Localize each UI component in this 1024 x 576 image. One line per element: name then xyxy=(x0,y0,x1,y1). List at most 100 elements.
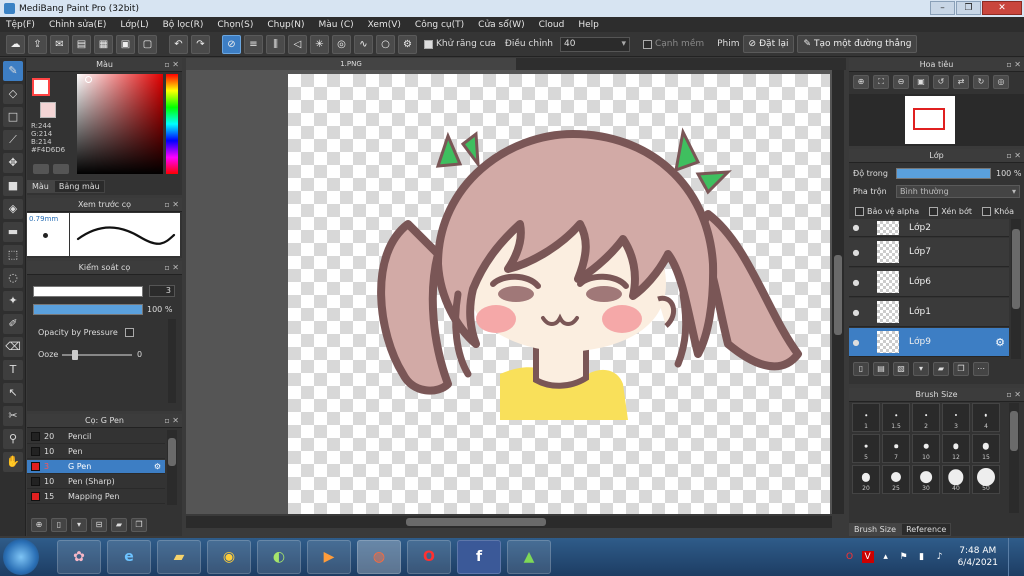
menu-snap[interactable]: Chụp(N) xyxy=(267,20,304,30)
protect-alpha-option[interactable]: Bảo vệ alpha xyxy=(855,207,919,216)
select-tool-icon[interactable]: ⬚ xyxy=(3,245,23,265)
new-brush-icon[interactable]: ▯ xyxy=(51,518,67,532)
menu-window[interactable]: Cửa sổ(W) xyxy=(478,20,524,30)
start-button[interactable] xyxy=(3,539,39,575)
volume-icon[interactable]: ♪ xyxy=(934,551,946,563)
tab-palette[interactable]: Bảng màu xyxy=(53,180,105,193)
opacity-pressure-checkbox[interactable] xyxy=(125,328,134,337)
brush-size-option[interactable]: 20 xyxy=(852,465,880,494)
brush-list-item-selected[interactable]: 3 G Pen ⚙ xyxy=(27,460,165,474)
brush-size-option[interactable]: 30 xyxy=(912,465,940,494)
brush-size-slider[interactable] xyxy=(33,286,143,297)
layer-row[interactable]: ● Lớp1 xyxy=(849,298,1009,327)
show-desktop-button[interactable] xyxy=(1008,538,1018,576)
saturation-value-picker[interactable] xyxy=(77,74,163,174)
brush-list-scroll-thumb[interactable] xyxy=(168,438,176,466)
shape-tool-icon[interactable]: ■ xyxy=(3,176,23,196)
select-pen-tool-icon[interactable]: ✐ xyxy=(3,314,23,334)
brush-opacity-slider[interactable] xyxy=(33,304,143,315)
menu-tools[interactable]: Công cụ(T) xyxy=(415,20,464,30)
brush-size-option[interactable]: 3 xyxy=(942,403,970,432)
comment-icon[interactable]: ✉ xyxy=(50,34,69,54)
duplicate-brush-icon[interactable]: ❐ xyxy=(131,518,147,532)
antialias-toggle[interactable]: Khử răng cưa xyxy=(424,39,496,49)
brush-settings-gear-icon[interactable]: ⚙ xyxy=(154,462,161,471)
move-tool-icon[interactable]: ✥ xyxy=(3,153,23,173)
operation-tool-icon[interactable]: ↖ xyxy=(3,383,23,403)
reset-button[interactable]: ⊘ Đặt lại xyxy=(742,35,795,53)
palette-icon[interactable] xyxy=(53,164,69,174)
picker-cursor[interactable] xyxy=(85,76,92,83)
brush-list-scrollbar[interactable] xyxy=(167,430,177,505)
clock[interactable]: 7:48 AM 6/4/2021 xyxy=(958,545,998,569)
canvas-area[interactable] xyxy=(186,70,832,514)
rotate-left-icon[interactable]: ↺ xyxy=(933,75,949,89)
layer-row[interactable]: ● Lớp6 xyxy=(849,268,1009,297)
undo-icon[interactable]: ↶ xyxy=(169,34,188,54)
cloud-icon[interactable]: ☁ xyxy=(6,34,25,54)
panel-close-icon[interactable]: ▫ ✕ xyxy=(164,414,179,428)
brush-list-item[interactable]: 20 Pencil xyxy=(27,430,165,444)
share-icon[interactable]: ⇪ xyxy=(28,34,47,54)
brush-size-option[interactable]: 15 xyxy=(972,434,1000,463)
layer-list-scrollbar[interactable] xyxy=(1011,219,1021,359)
parallel-snap-icon[interactable]: ≡ xyxy=(244,34,263,54)
brush-control-scrollbar[interactable] xyxy=(168,319,176,403)
menu-color[interactable]: Màu (C) xyxy=(319,20,354,30)
hue-slider[interactable] xyxy=(166,74,178,174)
file-explorer-icon[interactable]: ▰ xyxy=(157,540,201,574)
reset-view-icon[interactable]: ◎ xyxy=(993,75,1009,89)
grid-snap-icon[interactable]: ⫼ xyxy=(266,34,285,54)
bucket-tool-icon[interactable]: ◈ xyxy=(3,199,23,219)
game-icon[interactable]: ▲ xyxy=(507,540,551,574)
menu-layer[interactable]: Lớp(L) xyxy=(120,20,148,30)
brush-size-value[interactable]: 3 xyxy=(149,285,175,297)
radial-snap-icon[interactable]: ✳ xyxy=(310,34,329,54)
lock-checkbox[interactable] xyxy=(981,207,991,216)
menu-filter[interactable]: Bộ lọc(R) xyxy=(163,20,204,30)
document-icon[interactable]: ▦ xyxy=(94,34,113,54)
tab-reference[interactable]: Reference xyxy=(901,523,952,536)
fit-icon[interactable]: ⛶ xyxy=(873,75,889,89)
new-halftone-layer-icon[interactable]: ▤ xyxy=(873,362,889,376)
antivirus-tray-icon[interactable]: V xyxy=(861,551,874,563)
magic-wand-tool-icon[interactable]: ✦ xyxy=(3,291,23,311)
snap-off-icon[interactable]: ⊘ xyxy=(222,34,241,54)
foreground-color-swatch[interactable] xyxy=(32,78,50,96)
chrome-icon[interactable]: ◉ xyxy=(207,540,251,574)
panel-close-icon[interactable]: ▫ ✕ xyxy=(164,198,179,212)
actual-size-icon[interactable]: ▣ xyxy=(913,75,929,89)
create-line-button[interactable]: ✎ Tạo một đường thẳng xyxy=(797,35,918,53)
clipping-checkbox[interactable] xyxy=(929,207,939,216)
brush-size-option[interactable]: 1.5 xyxy=(882,403,910,432)
eye-icon[interactable] xyxy=(33,164,49,174)
canvas-hscroll-thumb[interactable] xyxy=(406,518,546,526)
menu-cloud[interactable]: Cloud xyxy=(539,20,565,30)
navigator-viewport-frame[interactable] xyxy=(913,108,945,130)
rotate-right-icon[interactable]: ↻ xyxy=(973,75,989,89)
brush-size-scroll-thumb[interactable] xyxy=(1010,411,1018,451)
page-icon[interactable]: ▤ xyxy=(72,34,91,54)
soft-edge-toggle[interactable]: Cạnh mềm xyxy=(642,39,704,49)
browser-icon[interactable]: ◍ xyxy=(357,540,401,574)
brush-size-option[interactable]: 7 xyxy=(882,434,910,463)
layer-row-selected[interactable]: ● Lớp9 ⚙ xyxy=(849,328,1009,357)
layer-settings-gear-icon[interactable]: ⚙ xyxy=(995,336,1005,349)
close-button[interactable]: ✕ xyxy=(982,1,1022,15)
maximize-button[interactable]: ❐ xyxy=(956,1,981,15)
brush-list-item[interactable]: 10 Pen xyxy=(27,445,165,459)
concentric-snap-icon[interactable]: ◎ xyxy=(332,34,351,54)
flip-icon[interactable]: ⇄ xyxy=(953,75,969,89)
circle-snap-icon[interactable]: ○ xyxy=(376,34,395,54)
brush-size-scrollbar[interactable] xyxy=(1009,403,1019,513)
grid-icon[interactable]: ▣ xyxy=(116,34,135,54)
folder-icon[interactable]: ▰ xyxy=(111,518,127,532)
text-tool-icon[interactable]: T xyxy=(3,360,23,380)
delete-brush-icon[interactable]: ⊟ xyxy=(91,518,107,532)
redo-icon[interactable]: ↷ xyxy=(191,34,210,54)
background-color-swatch[interactable] xyxy=(40,102,56,118)
menu-help[interactable]: Help xyxy=(578,20,599,30)
brush-tool-icon[interactable]: ✎ xyxy=(3,61,23,81)
media-player-icon[interactable]: ▶ xyxy=(307,540,351,574)
canvas-vscroll-thumb[interactable] xyxy=(834,255,842,335)
